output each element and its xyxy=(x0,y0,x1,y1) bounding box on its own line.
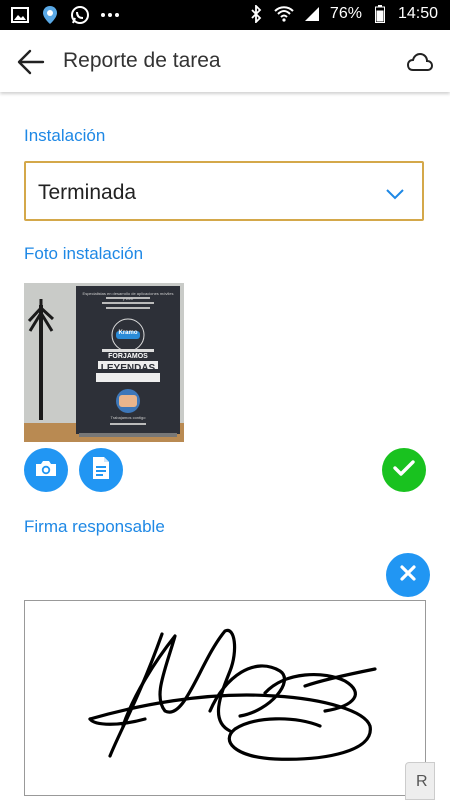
photo-banner-top-text: Especialistas en desarrollo de aplicacio… xyxy=(82,291,174,301)
app-bar: Reporte de tarea xyxy=(0,30,450,92)
chevron-down-icon xyxy=(384,183,406,205)
status-right: 76% 14:50 xyxy=(246,4,438,24)
cloud-icon[interactable] xyxy=(406,49,434,77)
battery-percent: 76% xyxy=(329,5,362,22)
location-icon xyxy=(40,5,60,25)
close-icon xyxy=(398,563,418,588)
more-icon xyxy=(100,5,120,25)
photo-label: Foto instalación xyxy=(24,244,144,263)
installation-select-value: Terminada xyxy=(38,181,137,204)
signature-label: Firma responsable xyxy=(24,517,165,536)
camera-icon xyxy=(34,458,58,483)
signature-pad[interactable] xyxy=(24,600,426,796)
status-bar: 76% 14:50 xyxy=(0,0,450,30)
wifi-icon xyxy=(274,4,294,24)
status-left-icons xyxy=(10,5,120,25)
bluetooth-icon xyxy=(246,4,266,24)
check-icon xyxy=(392,458,416,483)
installation-select[interactable]: Terminada xyxy=(24,161,424,221)
signal-icon xyxy=(302,4,322,24)
signature-scroll-tab[interactable]: R xyxy=(405,762,435,800)
installation-label: Instalación xyxy=(24,126,106,145)
installation-photo[interactable]: Especialistas en desarrollo de aplicacio… xyxy=(24,283,184,442)
camera-button[interactable] xyxy=(24,448,68,492)
document-button[interactable] xyxy=(79,448,123,492)
whatsapp-icon xyxy=(70,5,90,25)
battery-icon xyxy=(370,4,390,24)
document-icon xyxy=(91,456,111,485)
gallery-icon xyxy=(10,5,30,25)
clear-signature-button[interactable] xyxy=(386,553,430,597)
signature-strokes xyxy=(88,628,377,761)
status-check xyxy=(382,448,426,492)
photo-headline-2: LEYENDAS xyxy=(100,363,156,374)
photo-brand-text: Kramo xyxy=(118,330,138,336)
clock: 14:50 xyxy=(397,5,438,22)
page-title: Reporte de tarea xyxy=(63,49,221,72)
photo-headline-1: FORJAMOS xyxy=(108,353,148,360)
arrow-left-icon[interactable] xyxy=(16,47,46,77)
photo-bottom-text: Trabajamos contigo xyxy=(110,415,146,420)
